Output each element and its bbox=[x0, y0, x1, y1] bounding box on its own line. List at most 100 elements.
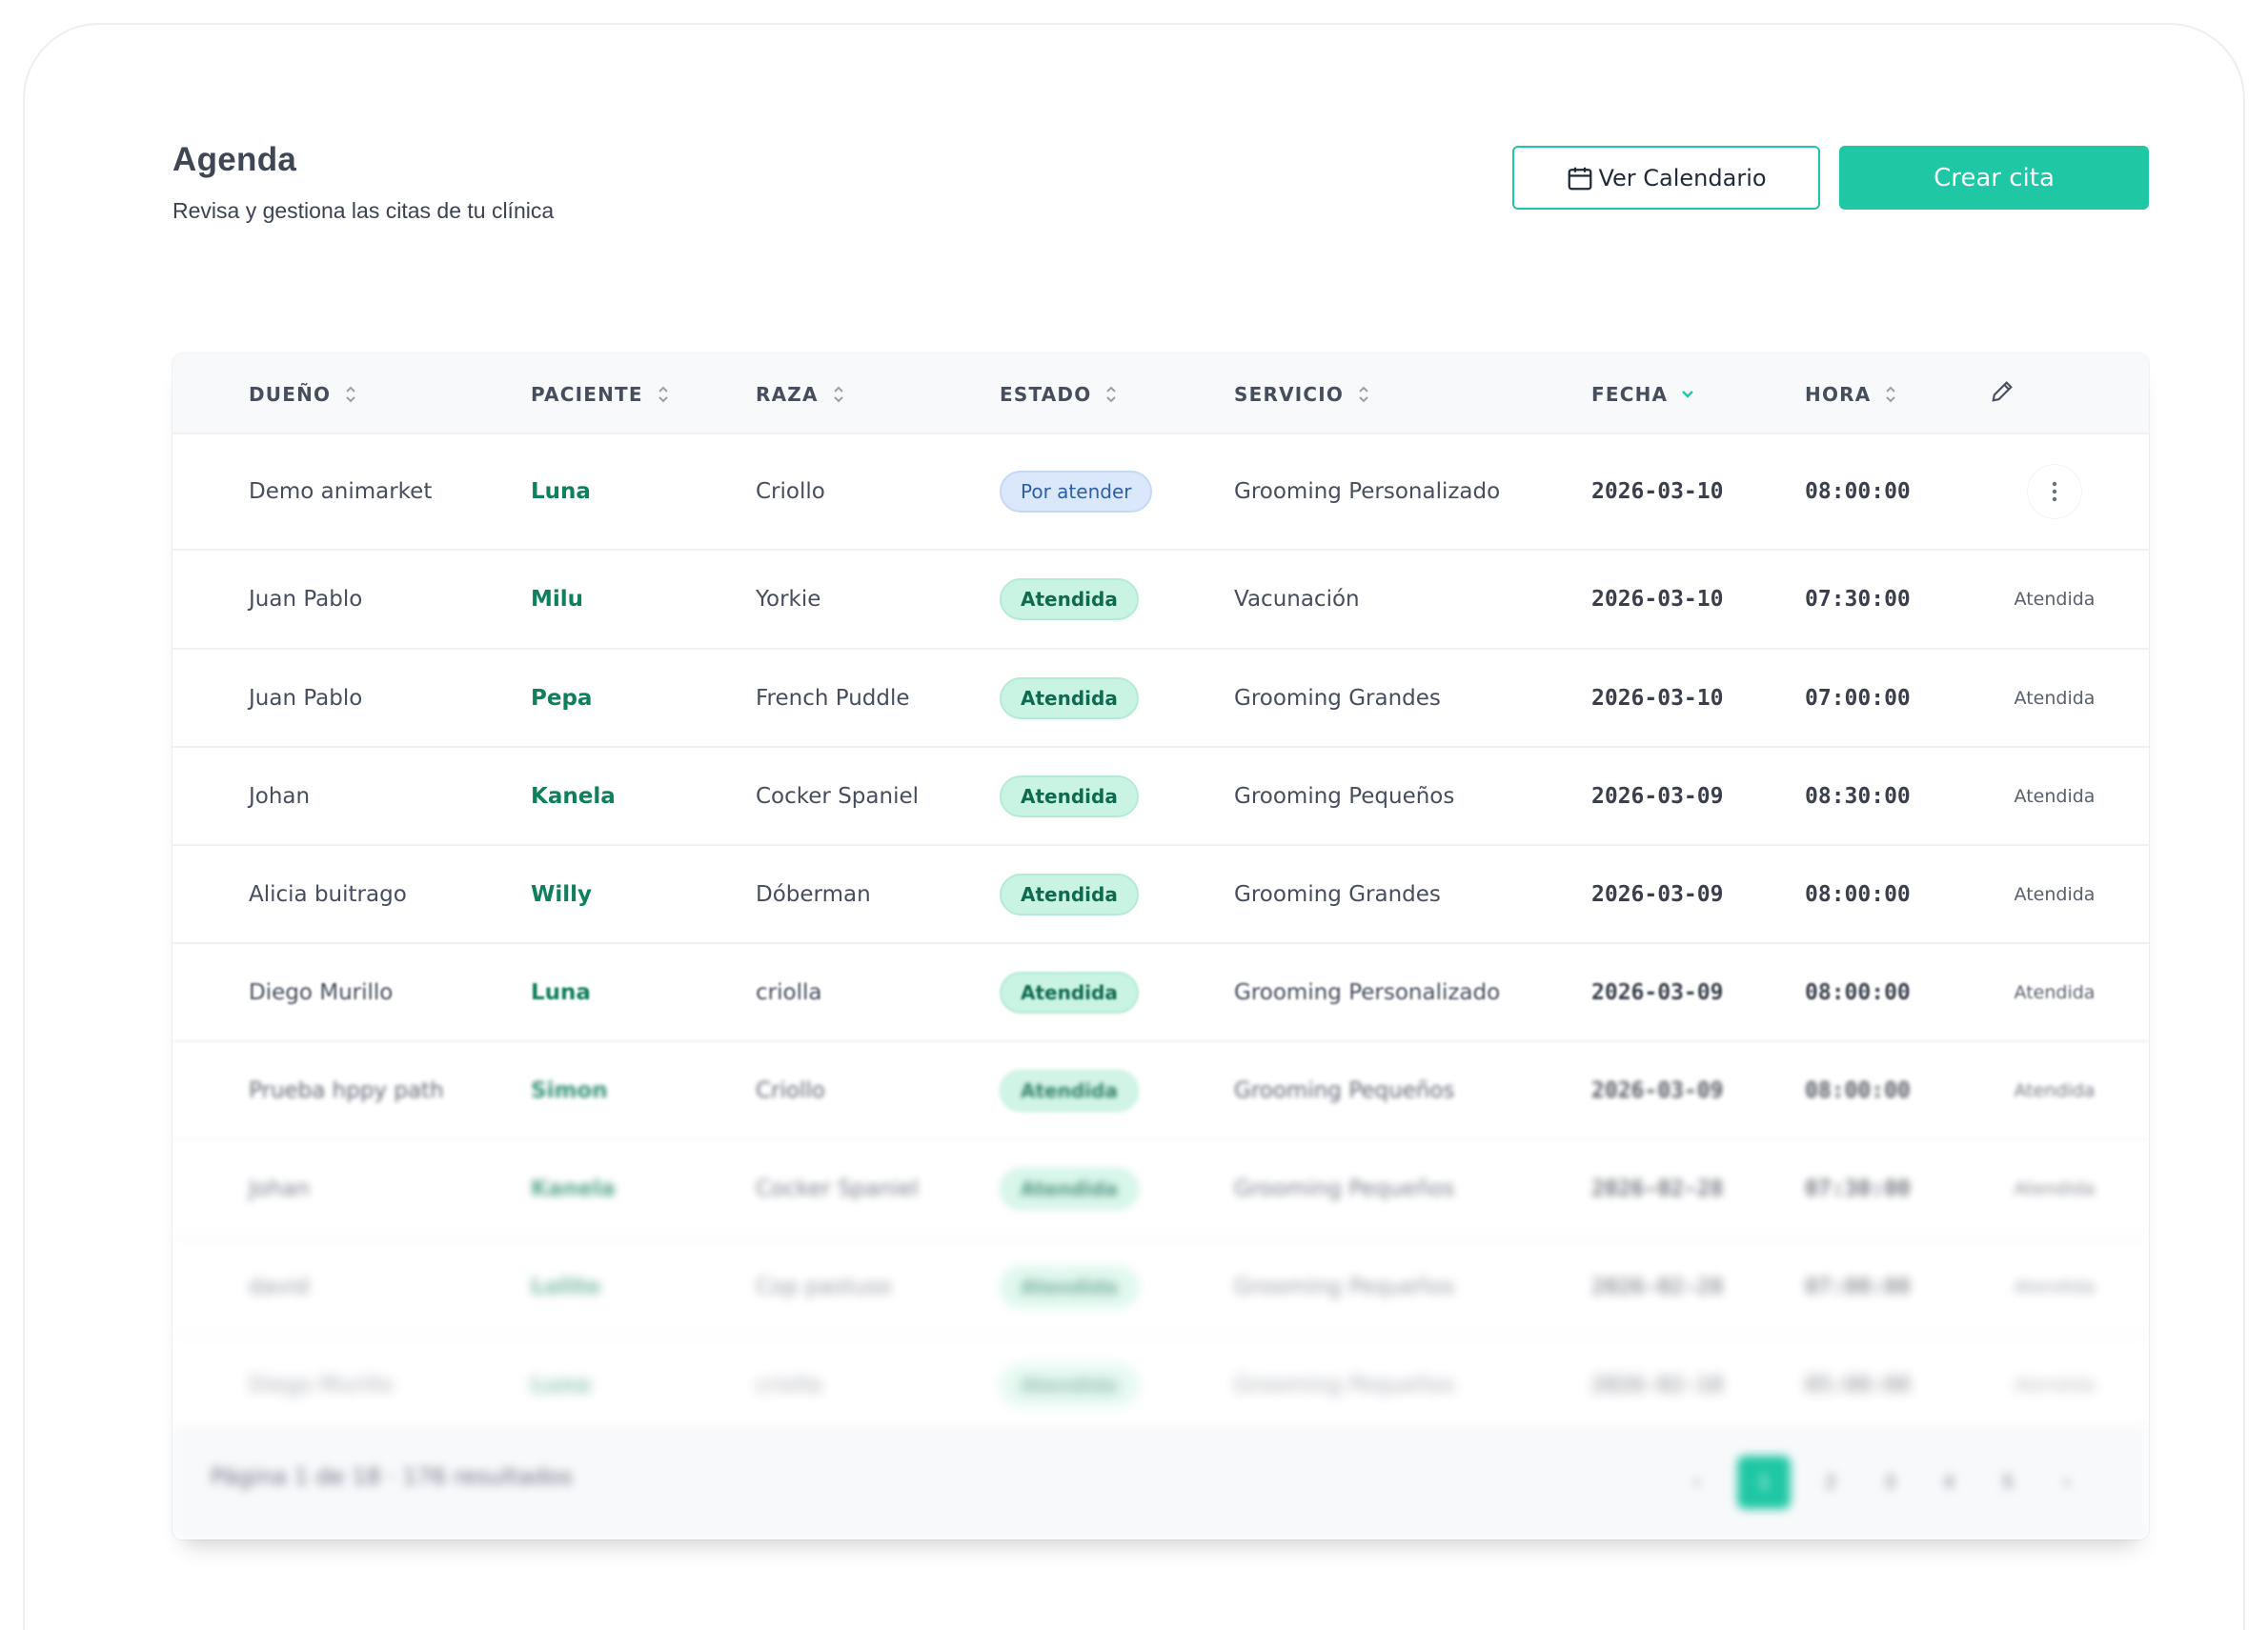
table-row[interactable]: Johan Kanela Cocker Spaniel Atendida Gro… bbox=[172, 748, 2149, 846]
column-header-actions bbox=[1989, 353, 2015, 434]
table-row[interactable]: Prueba hppy path Simon Criollo Atendida … bbox=[172, 1042, 2149, 1140]
status-cell: Atendida bbox=[1000, 1042, 1139, 1138]
column-header-service[interactable]: SERVICIO bbox=[1234, 353, 1370, 434]
page-header: Agenda Revisa y gestiona las citas de tu… bbox=[172, 141, 2149, 227]
service-cell: Grooming Pequeños bbox=[1234, 783, 1455, 809]
patient-cell[interactable]: Luna bbox=[531, 944, 591, 1040]
row-actions-cell bbox=[1983, 434, 2126, 549]
table-footer: Página 1 de 18 · 176 resultados ‹ 1 2 3 … bbox=[172, 1425, 2149, 1539]
breed-cell: Cocker Spaniel bbox=[756, 1176, 919, 1201]
date-cell: 2026-02-28 bbox=[1591, 1274, 1724, 1299]
service-cell: Grooming Pequeños bbox=[1234, 1274, 1455, 1299]
date-cell: 2026-03-09 bbox=[1591, 881, 1724, 907]
page-title: Agenda bbox=[172, 141, 297, 178]
calendar-icon bbox=[1566, 164, 1594, 192]
table-row[interactable]: Demo animarket Luna Criollo Por atender … bbox=[172, 434, 2149, 551]
date-cell: 2026-03-09 bbox=[1591, 783, 1724, 809]
table-row[interactable]: Diego Murillo Luna criolla Atendida Groo… bbox=[172, 944, 2149, 1042]
row-action-label: Atendida bbox=[2014, 1374, 2096, 1396]
table-row[interactable]: Juan Pablo Pepa French Puddle Atendida G… bbox=[172, 650, 2149, 748]
patient-cell[interactable]: Luna bbox=[531, 434, 591, 549]
time-cell: 07:30:00 bbox=[1805, 1176, 1911, 1201]
time-cell: 07:00:00 bbox=[1805, 685, 1911, 711]
prev-page-button[interactable]: ‹ bbox=[1678, 1463, 1716, 1501]
patient-cell[interactable]: Simon bbox=[531, 1042, 608, 1138]
status-badge: Atendida bbox=[1000, 578, 1139, 620]
row-action-label: Atendida bbox=[2014, 1079, 2096, 1101]
row-action-label: Atendida bbox=[2014, 785, 2096, 807]
owner-cell: Johan bbox=[249, 1176, 311, 1201]
status-badge: Atendida bbox=[1000, 1167, 1139, 1210]
column-header-owner[interactable]: DUEÑO bbox=[249, 353, 357, 434]
status-cell: Atendida bbox=[1000, 551, 1139, 648]
patient-cell[interactable]: Pepa bbox=[531, 650, 592, 746]
table-row[interactable]: Juan Pablo Milu Yorkie Atendida Vacunaci… bbox=[172, 551, 2149, 650]
table-row[interactable]: Alicia buitrago Willy Dóberman Atendida … bbox=[172, 846, 2149, 944]
more-options-icon[interactable] bbox=[2028, 465, 2081, 518]
status-badge: Atendida bbox=[1000, 1069, 1139, 1112]
status-badge: Atendida bbox=[1000, 676, 1139, 719]
column-header-patient[interactable]: PACIENTE bbox=[531, 353, 670, 434]
breed-cell: Criollo bbox=[756, 479, 825, 504]
page-button-3[interactable]: 3 bbox=[1871, 1463, 1909, 1501]
time-cell: 08:00:00 bbox=[1805, 1077, 1911, 1103]
column-header-date[interactable]: FECHA bbox=[1591, 353, 1694, 434]
table-row[interactable]: Diego Murillo Luna criolla Atendida Groo… bbox=[172, 1337, 2149, 1435]
time-cell: 05:00:00 bbox=[1805, 1372, 1911, 1398]
row-action-label: Atendida bbox=[2014, 1177, 2096, 1199]
service-cell: Grooming Personalizado bbox=[1234, 479, 1501, 504]
time-cell: 07:30:00 bbox=[1805, 587, 1911, 612]
view-calendar-label: Ver Calendario bbox=[1598, 164, 1767, 191]
service-cell: Grooming Personalizado bbox=[1234, 979, 1501, 1005]
patient-cell[interactable]: Milu bbox=[531, 551, 583, 648]
table-row[interactable]: Johan Kanela Cocker Spaniel Atendida Gro… bbox=[172, 1140, 2149, 1238]
breed-cell: Criollo bbox=[756, 1077, 825, 1103]
owner-cell: david bbox=[249, 1274, 310, 1299]
page-button-5[interactable]: 5 bbox=[1989, 1463, 2027, 1501]
service-cell: Grooming Grandes bbox=[1234, 881, 1441, 907]
row-action-label: Atendida bbox=[2014, 687, 2096, 709]
page-button-2[interactable]: 2 bbox=[1812, 1463, 1850, 1501]
service-cell: Grooming Pequeños bbox=[1234, 1077, 1455, 1103]
date-cell: 2026-03-10 bbox=[1591, 479, 1724, 504]
status-badge: Atendida bbox=[1000, 873, 1139, 916]
breed-cell: Cocker Spaniel bbox=[756, 783, 919, 809]
date-cell: 2026-03-10 bbox=[1591, 685, 1724, 711]
status-cell: Atendida bbox=[1000, 1140, 1139, 1237]
patient-cell[interactable]: Kanela bbox=[531, 1140, 616, 1237]
patient-cell[interactable]: Lolito bbox=[531, 1238, 600, 1335]
create-appointment-button[interactable]: Crear cita bbox=[1839, 146, 2149, 210]
column-header-time[interactable]: HORA bbox=[1805, 353, 1897, 434]
sort-icon bbox=[832, 384, 845, 405]
owner-cell: Juan Pablo bbox=[249, 587, 363, 612]
page-button-1[interactable]: 1 bbox=[1737, 1456, 1791, 1509]
patient-cell[interactable]: Willy bbox=[531, 846, 592, 942]
sort-icon bbox=[344, 384, 357, 405]
page-subtitle: Revisa y gestiona las citas de tu clínic… bbox=[172, 198, 555, 223]
appointments-table: DUEÑO PACIENTE RAZA ESTADO SERVICIO FECH… bbox=[172, 353, 2149, 1539]
row-action-label: Atendida bbox=[2014, 981, 2096, 1003]
time-cell: 08:00:00 bbox=[1805, 979, 1911, 1005]
row-action-label: Atendida bbox=[2014, 589, 2096, 610]
table-body: Demo animarket Luna Criollo Por atender … bbox=[172, 434, 2149, 1435]
table-header: DUEÑO PACIENTE RAZA ESTADO SERVICIO FECH… bbox=[172, 353, 2149, 434]
service-cell: Grooming Grandes bbox=[1234, 685, 1441, 711]
date-cell: 2026-03-10 bbox=[1591, 587, 1724, 612]
status-badge: Atendida bbox=[1000, 971, 1139, 1014]
breed-cell: criolla bbox=[756, 979, 822, 1005]
status-cell: Atendida bbox=[1000, 748, 1139, 844]
patient-cell[interactable]: Kanela bbox=[531, 748, 616, 844]
table-row[interactable]: david Lolito Cop pastuso Atendida Groomi… bbox=[172, 1238, 2149, 1337]
column-header-breed[interactable]: RAZA bbox=[756, 353, 845, 434]
status-cell: Por atender bbox=[1000, 434, 1153, 549]
sort-icon bbox=[1104, 384, 1118, 405]
page-button-4[interactable]: 4 bbox=[1930, 1463, 1968, 1501]
view-calendar-button[interactable]: Ver Calendario bbox=[1512, 146, 1820, 210]
status-badge: Atendida bbox=[1000, 1363, 1139, 1406]
next-page-button[interactable]: › bbox=[2048, 1463, 2086, 1501]
patient-cell[interactable]: Luna bbox=[531, 1337, 591, 1433]
status-badge: Atendida bbox=[1000, 1265, 1139, 1308]
breed-cell: Yorkie bbox=[756, 587, 821, 612]
column-header-status[interactable]: ESTADO bbox=[1000, 353, 1118, 434]
owner-cell: Diego Murillo bbox=[249, 1372, 394, 1398]
